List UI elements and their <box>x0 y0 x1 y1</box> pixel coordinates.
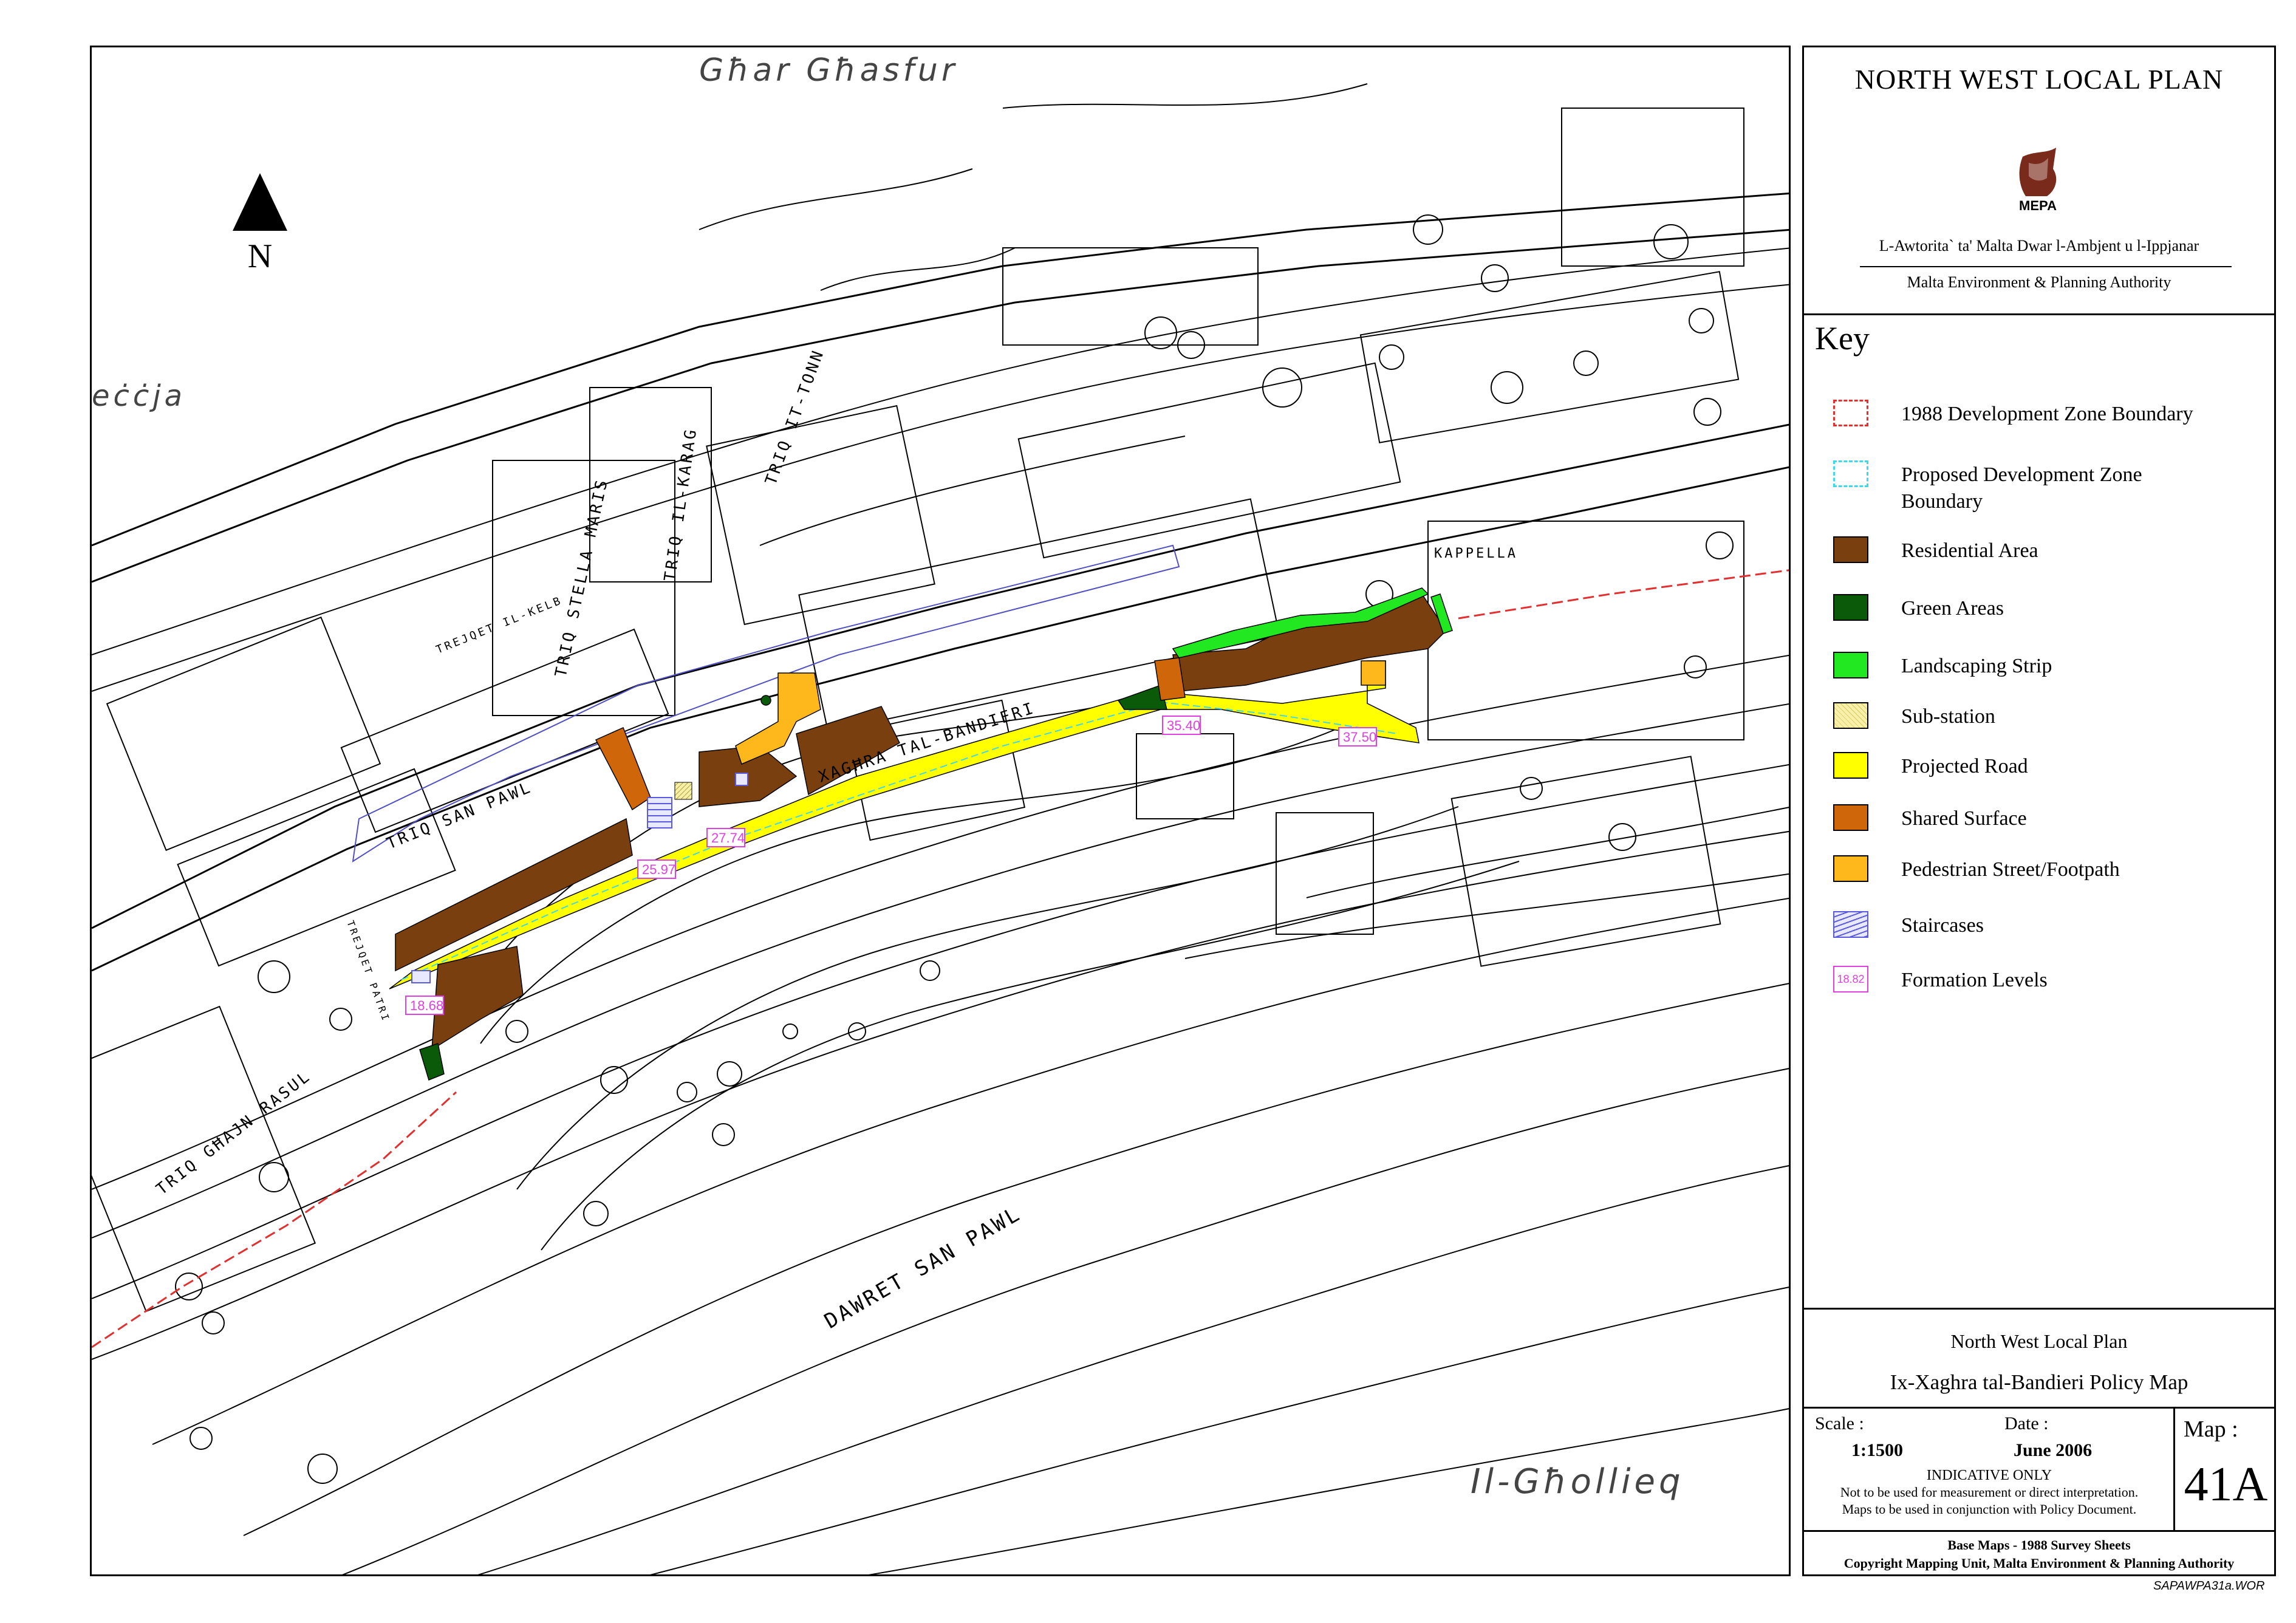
indicative-note: INDICATIVE ONLY Not to be used for measu… <box>1810 1467 2168 1518</box>
mepa-logo-icon: MEPA <box>2019 148 2057 213</box>
title-divider <box>2173 1409 2175 1530</box>
substation-swatch <box>1833 702 1868 729</box>
org-name-english: Malta Environment & Planning Authority <box>1907 273 2171 291</box>
logo-text: MEPA <box>2019 198 2057 213</box>
street-label-triq-it-tonn: TRIQ IT-TONN <box>762 347 828 488</box>
title-block: North West Local Plan Ix-Xaghra tal-Band… <box>1804 1308 2274 1580</box>
street-label-triq-ghajn-rasul: TRIQ GĦAJN RASUL <box>153 1067 315 1198</box>
projected-road-swatch <box>1833 752 1868 779</box>
key-item-green: Green Areas <box>1833 594 2258 628</box>
indicative-line-2: Not to be used for measurement or direct… <box>1840 1485 2139 1500</box>
key-label: Sub-station <box>1901 705 1995 728</box>
dev-zone-1988-line <box>92 569 1789 1348</box>
plan-title: NORTH WEST LOCAL PLAN <box>1854 64 2224 95</box>
map-number-label: Map : <box>2184 1416 2238 1442</box>
key-label: Pedestrian Street/Footpath <box>1901 858 2120 881</box>
north-arrow-icon: N <box>233 173 287 275</box>
org-divider <box>1860 266 2232 267</box>
place-label-ghar-ghasfur: Għar Għasfur <box>699 52 958 89</box>
key-item-residential: Residential Area <box>1833 536 2258 570</box>
shared-surface-swatch <box>1833 804 1868 831</box>
key-label: Projected Road <box>1901 755 2028 777</box>
street-label-triq-san-pawl: TRIQ SAN PAWL <box>384 778 535 853</box>
key-label: Landscaping Strip <box>1901 655 2052 677</box>
formation-level-label: 37.50 <box>1343 729 1376 745</box>
north-label: N <box>248 237 272 275</box>
key-label: Green Areas <box>1901 597 2004 620</box>
formation-level-label: 25.97 <box>642 862 675 877</box>
key-item-pedestrian: Pedestrian Street/Footpath <box>1833 855 2258 889</box>
title-details-row: Scale : 1:1500 Date : June 2006 INDICATI… <box>1804 1407 2274 1532</box>
panel-header: NORTH WEST LOCAL PLAN MEPA L-Awtorita` t… <box>1804 47 2274 315</box>
copyright-note: Copyright Mapping Unit, Malta Environmen… <box>1843 1556 2235 1571</box>
key-label: Residential Area <box>1901 539 2038 562</box>
map-number-value: 41A <box>2184 1458 2268 1511</box>
projected-road-area <box>389 660 1420 989</box>
key-title: Key <box>1815 320 1870 357</box>
building-outlines <box>92 108 1744 1313</box>
key-item-formation-levels: 18.82 Formation Levels <box>1833 966 2258 1000</box>
indicative-line-3: Maps to be used in conjunction with Poli… <box>1842 1502 2137 1517</box>
residential-swatch <box>1833 536 1868 563</box>
tree-symbols <box>175 214 1734 1484</box>
mepa-logo: MEPA <box>2004 145 2071 217</box>
staircase-swatch <box>1833 911 1868 938</box>
sub-station-area <box>674 782 692 800</box>
key-label-line2: Boundary <box>1901 490 1983 513</box>
landscaping-swatch <box>1833 652 1868 678</box>
key-label: Proposed Development Zone <box>1901 463 2142 486</box>
street-label-triq-stella-maris: TRIQ STELLA MARIS <box>552 476 612 678</box>
key-item-landscaping: Landscaping Strip <box>1833 652 2258 686</box>
road-lines <box>92 192 1789 972</box>
dashed-red-swatch <box>1833 400 1868 426</box>
green-area-swatch <box>1833 594 1868 621</box>
street-label-kappella: KAPPELLA <box>1434 546 1518 561</box>
dashed-cyan-swatch <box>1833 460 1868 487</box>
legend-panel: NORTH WEST LOCAL PLAN MEPA L-Awtorita` t… <box>1802 46 2276 1576</box>
street-label-dawret-san-pawl: DAWRET SAN PAWL <box>821 1201 1026 1334</box>
key-item-proposed-boundary: Proposed Development Zone Boundary <box>1833 460 2258 521</box>
key-item-1988-boundary: 1988 Development Zone Boundary <box>1833 400 2258 434</box>
formation-level-label: 18.68 <box>410 998 443 1013</box>
title-plan-name: North West Local Plan <box>1950 1330 2128 1352</box>
indicative-line-1: INDICATIVE ONLY <box>1926 1468 2052 1483</box>
formation-level-swatch: 18.82 <box>1833 966 1868 993</box>
key-item-staircases: Staircases <box>1833 911 2258 945</box>
place-label-eccja: eċċja <box>92 379 186 413</box>
key-label: Staircases <box>1901 914 1984 937</box>
file-reference: SAPAWPA31a.WOR <box>2153 1579 2265 1593</box>
formation-level-label: 35.40 <box>1167 718 1200 733</box>
title-map-name: Ix-Xaghra tal-Bandieri Policy Map <box>1890 1370 2188 1394</box>
org-name-maltese: L-Awtorita` ta' Malta Dwar l-Ambjent u l… <box>1879 237 2199 255</box>
scale-value: 1:1500 <box>1851 1440 1903 1460</box>
street-label-trejqet-il-kelb: TREJQET IL-KELB <box>434 594 564 657</box>
street-label-triq-il-karag: TRIQ IL-KARAG <box>661 426 700 583</box>
key-item-shared-surface: Shared Surface <box>1833 804 2258 838</box>
street-label-trejqet-patri: TREJQET PATRI <box>344 919 392 1024</box>
map-canvas[interactable]: 18.68 25.97 27.74 35.40 37.50 Għar Għasf… <box>92 47 1791 1576</box>
contour-lines <box>92 83 1789 1574</box>
date-label: Date : <box>2004 1413 2049 1433</box>
formation-level-label: 27.74 <box>711 830 745 846</box>
key-label: Formation Levels <box>1901 969 2048 991</box>
key-label: 1988 Development Zone Boundary <box>1901 403 2193 425</box>
key-label: Shared Surface <box>1901 807 2027 830</box>
date-value: June 2006 <box>2014 1440 2093 1460</box>
north-arrow: N <box>230 173 290 276</box>
pedestrian-swatch <box>1833 855 1868 882</box>
place-label-il-ghollieq: Il-Għollieq <box>1471 1462 1684 1502</box>
scale-label: Scale : <box>1815 1413 1864 1433</box>
key-item-projected-road: Projected Road <box>1833 752 2258 786</box>
map-frame[interactable]: 18.68 25.97 27.74 35.40 37.50 Għar Għasf… <box>90 46 1791 1576</box>
key-item-substation: Sub-station <box>1833 702 2258 736</box>
base-maps-note: Base Maps - 1988 Survey Sheets <box>1947 1537 2131 1553</box>
